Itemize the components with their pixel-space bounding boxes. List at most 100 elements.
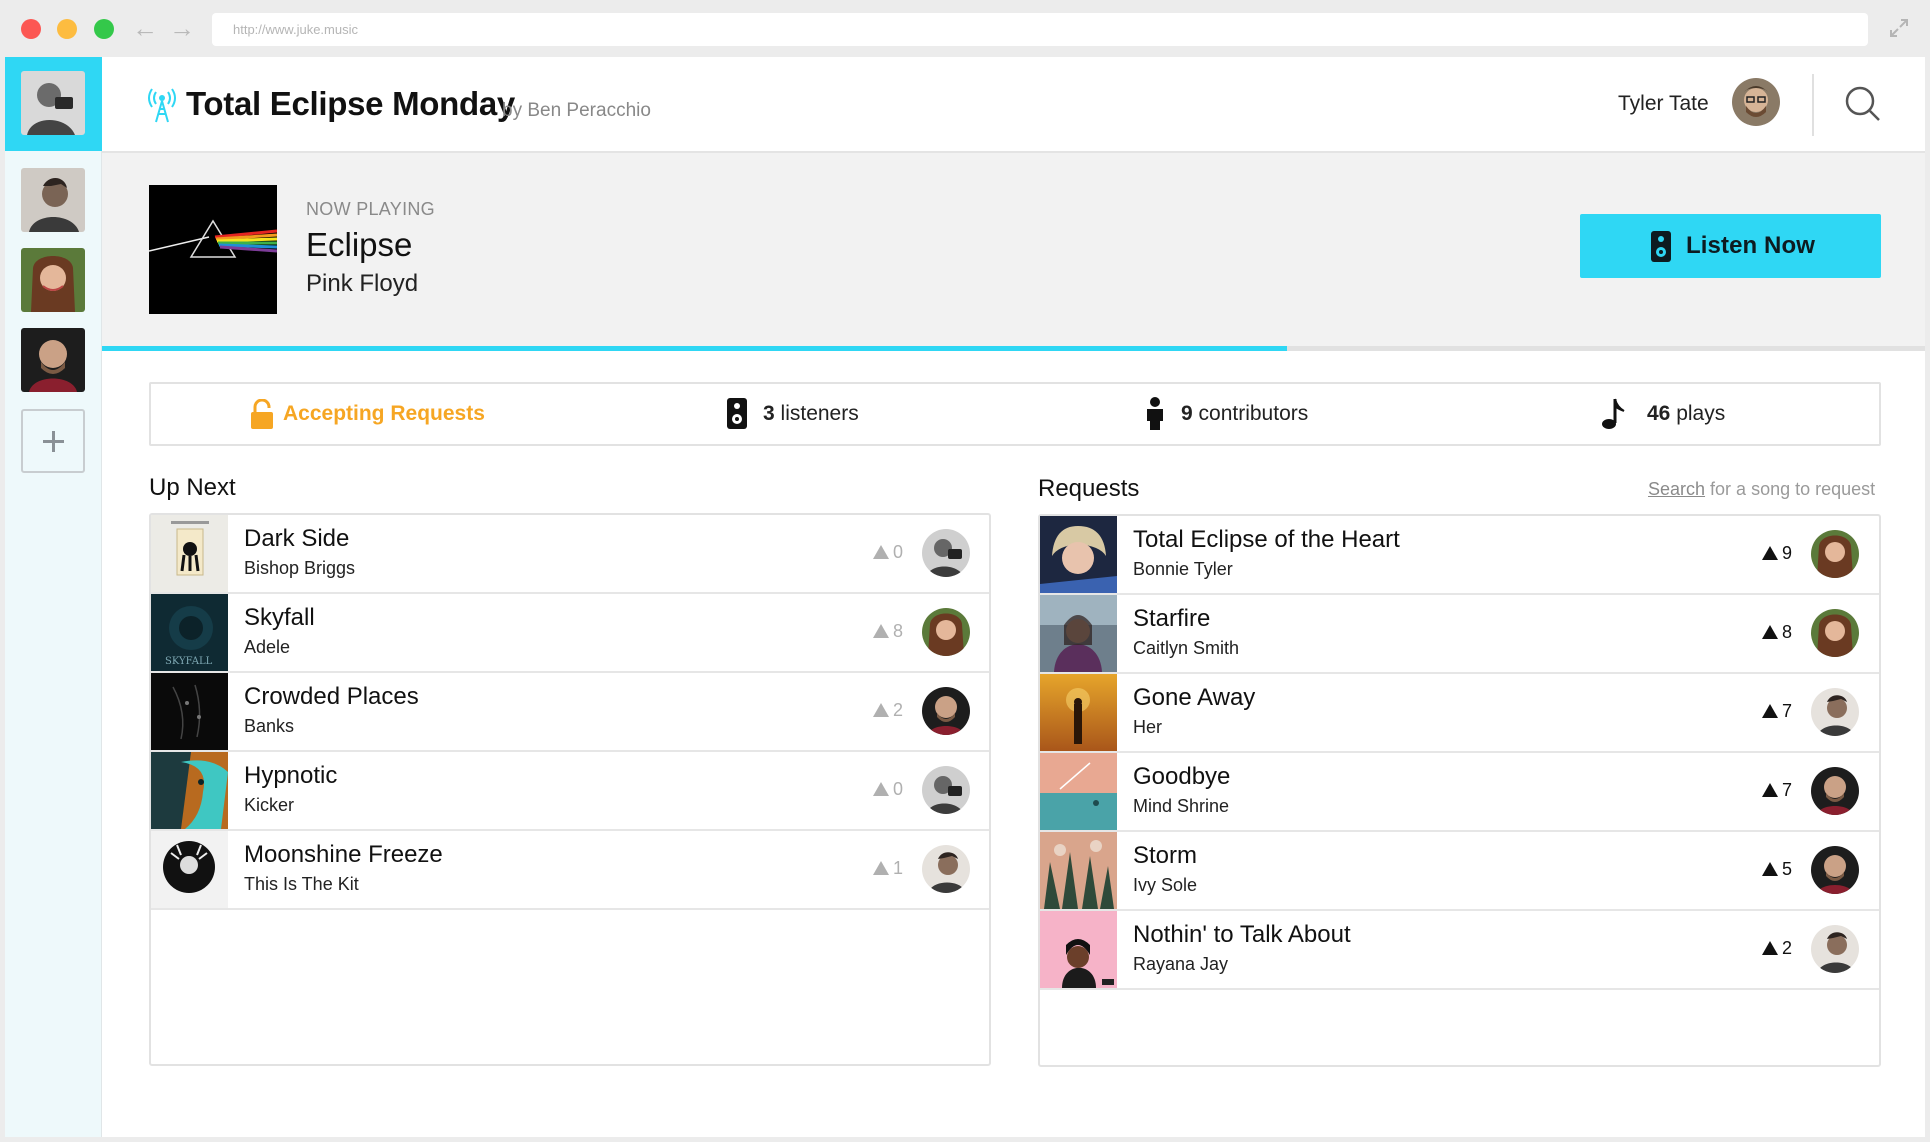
vote-count: 2 [893,700,904,720]
up-next-list: Dark Side Bishop Briggs 0 SKYFALL Skyfal… [149,513,991,1066]
user-name[interactable]: Tyler Tate [1618,92,1709,116]
album-art [151,515,228,592]
upvote-button[interactable]: 2 [1762,938,1792,959]
song-title: Goodbye [1133,763,1231,790]
upvote-icon [1762,546,1778,560]
playback-progress[interactable] [102,346,1925,351]
svg-text:SKYFALL: SKYFALL [165,656,213,667]
close-window-button[interactable] [21,19,41,39]
person-icon [1147,397,1163,430]
vote-count: 5 [1782,859,1793,879]
vote-count: 2 [1782,938,1793,958]
vote-count: 8 [893,621,904,641]
browser-chrome: ← → http://www.juke.music [0,0,1930,57]
song-title: Dark Side [244,525,350,552]
listeners-label: listeners [780,402,859,425]
list-item[interactable]: Gone Away Her 7 [1040,674,1879,753]
album-art [151,673,228,750]
vote-count: 7 [1782,701,1793,721]
address-bar-url: http://www.juke.music [233,22,358,37]
list-item[interactable]: Starfire Caitlyn Smith 8 [1040,595,1879,674]
upvote-button[interactable]: 0 [873,779,903,800]
requester-avatar [922,845,970,893]
song-artist: Kicker [244,795,295,815]
song-artist: Caitlyn Smith [1133,638,1240,658]
station-avatar[interactable] [21,248,85,312]
song-artist: This Is The Kit [244,874,359,894]
vote-count: 0 [893,779,904,799]
upvote-button[interactable]: 0 [873,542,903,563]
upvote-button[interactable]: 8 [1762,622,1792,643]
list-item[interactable]: SKYFALL Skyfall Adele 8 [151,594,989,673]
contributors-label: contributors [1198,402,1309,425]
requester-avatar [922,766,970,814]
upvote-button[interactable]: 9 [1762,543,1792,564]
upvote-button[interactable]: 5 [1762,859,1792,880]
song-artist: Mind Shrine [1133,796,1230,816]
list-item[interactable]: Moonshine Freeze This Is The Kit 1 [151,831,989,910]
vote-count: 1 [893,858,904,878]
upvote-button[interactable]: 1 [873,858,903,879]
upvote-button[interactable]: 7 [1762,780,1792,801]
vote-count: 0 [893,542,904,562]
fullscreen-icon[interactable] [1888,17,1910,39]
song-title: Nothin' to Talk About [1133,921,1351,948]
minimize-window-button[interactable] [57,19,77,39]
list-item[interactable]: Goodbye Mind Shrine 7 [1040,753,1879,832]
album-art [1040,595,1117,672]
main-panel: Total Eclipse Monday by Ben Peracchio Ty… [102,57,1925,1137]
user-avatar[interactable] [1732,78,1780,126]
song-title: Gone Away [1133,684,1256,711]
speaker-icon [727,398,747,429]
station-avatar[interactable] [21,328,85,392]
contributors-count: 9 [1181,402,1193,425]
upvote-icon [1762,941,1778,955]
accepting-requests-label: Accepting Requests [283,402,485,425]
upvote-icon [1762,625,1778,639]
plays-label: plays [1676,402,1726,425]
song-artist: Adele [244,637,291,657]
station-header: Total Eclipse Monday by Ben Peracchio Ty… [102,57,1925,153]
unlock-icon [251,399,273,429]
plays-stat: 46 plays [1601,384,1761,444]
accepting-requests-toggle[interactable]: Accepting Requests [251,384,511,444]
upvote-button[interactable]: 2 [873,700,903,721]
list-item[interactable]: Dark Side Bishop Briggs 0 [151,515,989,594]
search-link[interactable]: Search [1648,479,1705,499]
upvote-icon [873,782,889,796]
list-item[interactable]: Crowded Places Banks 2 [151,673,989,752]
song-artist: Banks [244,716,295,736]
playback-progress-fill [102,346,1287,351]
listen-now-label: Listen Now [1686,232,1816,259]
requester-avatar [1811,609,1859,657]
list-item[interactable]: Nothin' to Talk About Rayana Jay 2 [1040,911,1879,990]
search-hint-text: for a song to request [1705,479,1876,499]
forward-arrow-icon[interactable]: → [169,14,195,42]
vote-count: 9 [1782,543,1793,563]
search-icon[interactable] [1844,85,1882,123]
now-playing-label: NOW PLAYING [306,199,435,219]
station-avatar[interactable] [21,71,85,135]
upvote-icon [873,703,889,717]
requester-avatar [922,608,970,656]
listeners-count: 3 [763,402,775,425]
add-station-button[interactable] [21,409,85,473]
song-title: Hypnotic [244,762,338,789]
upvote-button[interactable]: 8 [873,621,903,642]
back-arrow-icon[interactable]: ← [132,14,158,42]
list-item[interactable]: Total Eclipse of the Heart Bonnie Tyler … [1040,516,1879,595]
header-divider [1812,74,1814,136]
album-art [151,752,228,829]
station-avatar[interactable] [21,168,85,232]
now-playing-album-art [148,185,278,314]
requester-avatar [1811,688,1859,736]
address-bar[interactable]: http://www.juke.music [212,13,1868,46]
upvote-button[interactable]: 7 [1762,701,1792,722]
album-art [1040,832,1117,909]
song-artist: Rayana Jay [1133,954,1229,974]
maximize-window-button[interactable] [94,19,114,39]
list-item[interactable]: Hypnotic Kicker 0 [151,752,989,831]
list-item[interactable]: Storm Ivy Sole 5 [1040,832,1879,911]
search-hint: Search for a song to request [1648,479,1875,500]
listen-now-button[interactable]: Listen Now [1580,214,1881,278]
